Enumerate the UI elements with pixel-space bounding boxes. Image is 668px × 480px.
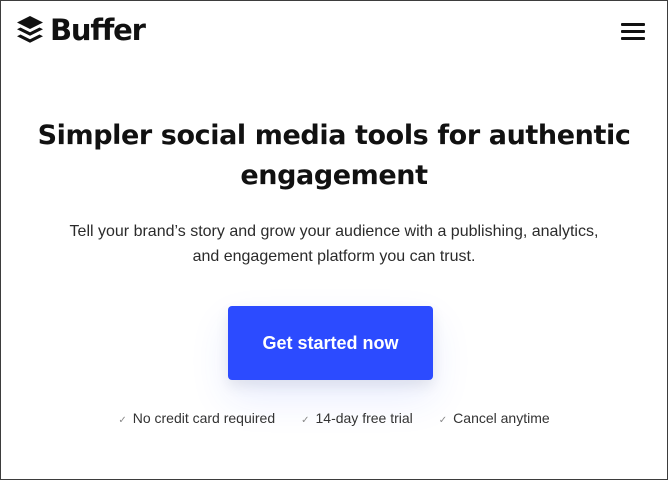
perk-label: No credit card required <box>132 410 276 426</box>
get-started-button[interactable]: Get started now <box>228 306 433 380</box>
perk-no-credit-card: ✓ No credit card required <box>118 410 275 426</box>
perk-label: Cancel anytime <box>453 410 550 426</box>
hero-title: Simpler social media tools for authentic… <box>37 120 631 191</box>
menu-bar <box>621 23 645 26</box>
perks-list: ✓ No credit card required ✓ 14-day free … <box>1 410 667 426</box>
hero-subtitle: Tell your brand’s story and grow your au… <box>69 223 599 265</box>
hamburger-menu-icon[interactable] <box>621 20 647 42</box>
logo-wordmark: Buffer <box>50 13 146 47</box>
perk-cancel-anytime: ✓ Cancel anytime <box>439 410 550 426</box>
stacked-layers-icon <box>17 16 43 43</box>
check-icon: ✓ <box>118 414 127 426</box>
top-nav: Buffer <box>1 1 667 63</box>
check-icon: ✓ <box>301 414 310 426</box>
buffer-logo-link[interactable]: Buffer <box>16 13 146 47</box>
menu-bar <box>621 30 645 33</box>
check-icon: ✓ <box>438 414 448 426</box>
page-frame: Buffer Simpler social media tools for au… <box>0 0 668 480</box>
menu-bar <box>621 37 645 40</box>
perk-label: 14-day free trial <box>315 410 413 426</box>
perk-free-trial: ✓ 14-day free trial <box>301 410 413 426</box>
